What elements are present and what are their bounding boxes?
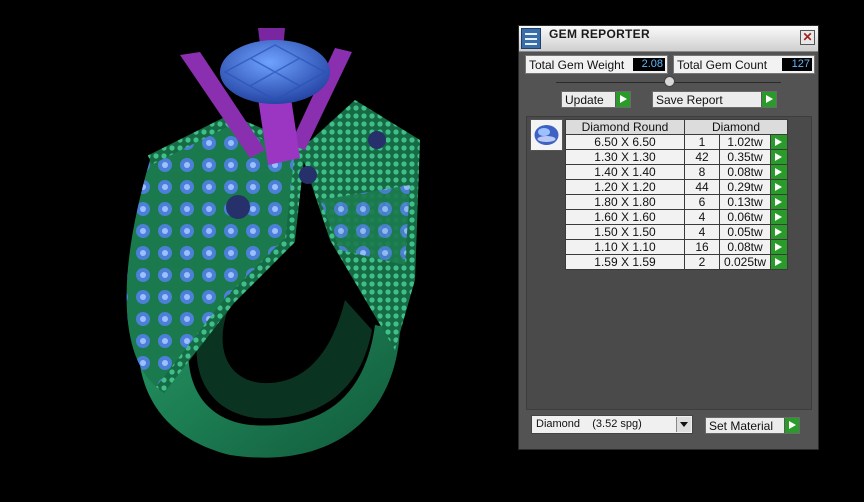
play-arrow-icon (775, 213, 782, 221)
select-gem-row-button[interactable] (770, 164, 788, 180)
total-gem-weight-field: Total Gem Weight 2.08 (525, 55, 668, 74)
gem-size-cell: 1.20 X 1.20 (565, 179, 685, 195)
gem-reporter-panel: GEM REPORTER ✕ Total Gem Weight 2.08 Tot… (518, 25, 819, 450)
gem-count-cell: 42 (684, 149, 720, 165)
panel-title: GEM REPORTER (549, 27, 650, 41)
table-row[interactable]: 1.80 X 1.80 6 0.13tw (565, 194, 788, 210)
table-row[interactable]: 6.50 X 6.50 1 1.02tw (565, 134, 788, 150)
gem-weight-cell: 0.05tw (719, 224, 771, 240)
gem-weight-cell: 0.29tw (719, 179, 771, 195)
update-button[interactable]: Update (561, 91, 631, 108)
gem-size-cell: 1.40 X 1.40 (565, 164, 685, 180)
gem-count-cell: 8 (684, 164, 720, 180)
play-arrow-icon (784, 418, 799, 433)
play-arrow-icon (775, 228, 782, 236)
select-gem-row-button[interactable] (770, 224, 788, 240)
gem-weight-cell: 0.08tw (719, 239, 771, 255)
select-gem-row-button[interactable] (770, 194, 788, 210)
gem-count-cell: 1 (684, 134, 720, 150)
gem-size-cell: 1.10 X 1.10 (565, 239, 685, 255)
total-gem-weight-label: Total Gem Weight (529, 58, 625, 72)
gem-size-cell: 1.80 X 1.80 (565, 194, 685, 210)
play-arrow-icon (775, 138, 782, 146)
header-gem-shape: Diamond Round (565, 119, 685, 135)
save-report-button-label: Save Report (656, 93, 723, 107)
gem-weight-cell: 0.06tw (719, 209, 771, 225)
gem-weight-cell: 1.02tw (719, 134, 771, 150)
set-material-button[interactable]: Set Material (705, 417, 800, 434)
gem-table: Diamond Round Diamond 6.50 X 6.50 1 1.02tw… (565, 119, 788, 270)
gem-reporter-app-icon (521, 28, 541, 49)
play-arrow-icon (775, 198, 782, 206)
save-report-button[interactable]: Save Report (652, 91, 777, 108)
gem-size-cell: 1.30 X 1.30 (565, 149, 685, 165)
gem-count-cell: 6 (684, 194, 720, 210)
select-gem-row-button[interactable] (770, 254, 788, 270)
gem-weight-cell: 0.35tw (719, 149, 771, 165)
title-bar[interactable]: GEM REPORTER ✕ (519, 26, 818, 52)
set-material-button-label: Set Material (709, 419, 774, 433)
select-gem-row-button[interactable] (770, 149, 788, 165)
gem-count-cell: 4 (684, 224, 720, 240)
gem-count-cell: 2 (684, 254, 720, 270)
splitter-handle[interactable] (664, 76, 675, 87)
total-gem-count-value: 127 (782, 58, 812, 71)
gem-weight-cell: 0.08tw (719, 164, 771, 180)
header-gem-material: Diamond (684, 119, 788, 135)
dropdown-arrow-icon[interactable] (676, 417, 691, 432)
table-row[interactable]: 1.60 X 1.60 4 0.06tw (565, 209, 788, 225)
material-dropdown-value: Diamond (3.52 spg) (536, 418, 642, 430)
close-icon[interactable]: ✕ (800, 30, 815, 45)
gem-count-cell: 16 (684, 239, 720, 255)
side-stone-left (226, 195, 250, 219)
gem-thumbnail-icon[interactable] (530, 119, 563, 151)
gem-table-header: Diamond Round Diamond (565, 119, 788, 135)
play-arrow-icon (775, 258, 782, 266)
table-row[interactable]: 1.20 X 1.20 44 0.29tw (565, 179, 788, 195)
select-gem-row-button[interactable] (770, 239, 788, 255)
select-gem-row-button[interactable] (770, 134, 788, 150)
select-gem-row-button[interactable] (770, 179, 788, 195)
play-arrow-icon (775, 153, 782, 161)
play-arrow-icon (615, 92, 630, 107)
material-dropdown[interactable]: Diamond (3.52 spg) (531, 415, 693, 434)
table-row[interactable]: 1.59 X 1.59 2 0.025tw (565, 254, 788, 270)
ring-render (126, 28, 420, 458)
table-row[interactable]: 1.50 X 1.50 4 0.05tw (565, 224, 788, 240)
gem-weight-cell: 0.025tw (719, 254, 771, 270)
3d-viewport[interactable] (0, 0, 516, 497)
gem-size-cell: 1.50 X 1.50 (565, 224, 685, 240)
play-arrow-icon (761, 92, 776, 107)
play-arrow-icon (775, 168, 782, 176)
gem-size-cell: 1.60 X 1.60 (565, 209, 685, 225)
gem-list[interactable]: Diamond Round Diamond 6.50 X 6.50 1 1.02tw… (526, 116, 812, 410)
play-arrow-icon (775, 183, 782, 191)
side-stone-right (368, 131, 386, 149)
gem-count-cell: 44 (684, 179, 720, 195)
total-gem-count-field: Total Gem Count 127 (673, 55, 815, 74)
total-gem-weight-value: 2.08 (633, 58, 665, 71)
gem-size-cell: 6.50 X 6.50 (565, 134, 685, 150)
gem-size-cell: 1.59 X 1.59 (565, 254, 685, 270)
select-gem-row-button[interactable] (770, 209, 788, 225)
gem-weight-cell: 0.13tw (719, 194, 771, 210)
table-row[interactable]: 1.10 X 1.10 16 0.08tw (565, 239, 788, 255)
play-arrow-icon (775, 243, 782, 251)
gem-count-cell: 4 (684, 209, 720, 225)
table-row[interactable]: 1.40 X 1.40 8 0.08tw (565, 164, 788, 180)
update-button-label: Update (565, 93, 604, 107)
table-row[interactable]: 1.30 X 1.30 42 0.35tw (565, 149, 788, 165)
side-stone-mid (299, 166, 317, 184)
total-gem-count-label: Total Gem Count (677, 58, 768, 72)
